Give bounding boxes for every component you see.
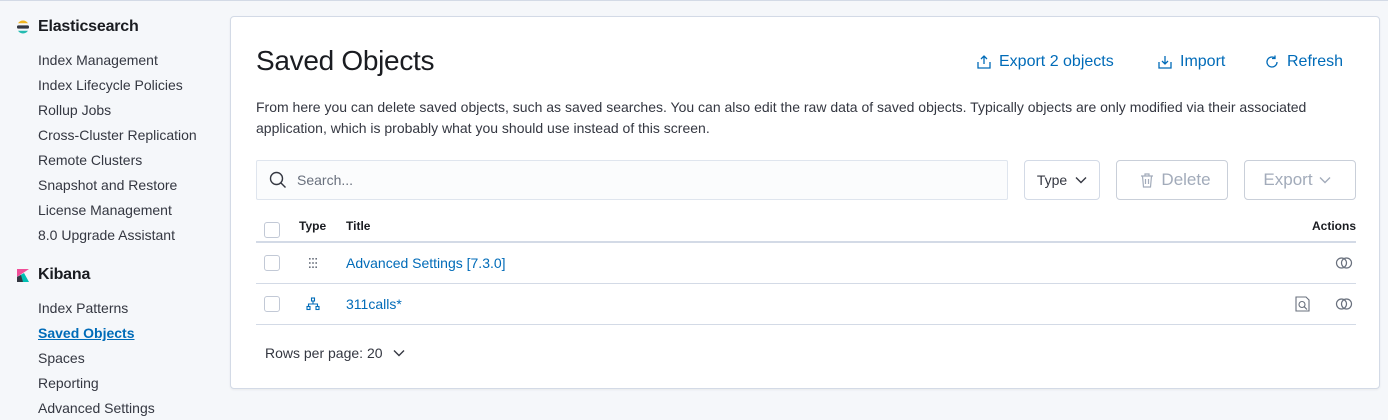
- nav-item-index-lifecycle-policies[interactable]: Index Lifecycle Policies: [38, 77, 183, 93]
- search-icon: [269, 171, 286, 188]
- nav-item-reporting[interactable]: Reporting: [38, 375, 99, 391]
- export-dropdown-label: Export: [1263, 170, 1313, 189]
- kibana-section-header: Kibana: [16, 266, 90, 284]
- export-icon: [977, 55, 991, 69]
- side-nav: Elasticsearch Index Management Index Lif…: [0, 0, 220, 420]
- nav-item-index-management[interactable]: Index Management: [38, 52, 158, 68]
- search-field[interactable]: [256, 160, 1008, 200]
- inspect-icon[interactable]: [1294, 296, 1312, 312]
- table-row: 311calls*: [256, 284, 1356, 325]
- nav-item-spaces[interactable]: Spaces: [38, 350, 85, 366]
- kibana-section-title: Kibana: [38, 266, 91, 283]
- nav-item-index-patterns[interactable]: Index Patterns: [38, 300, 128, 316]
- saved-objects-table: Type Title Actions Advanced Settings [7.…: [256, 210, 1356, 325]
- nav-item-license-management[interactable]: License Management: [38, 202, 172, 218]
- type-filter-label: Type: [1036, 172, 1068, 188]
- title-column-header[interactable]: Title: [346, 219, 370, 233]
- advanced-settings-icon: [309, 258, 317, 268]
- rows-per-page-label: Rows per page: 20: [265, 345, 383, 361]
- object-title-link[interactable]: Advanced Settings [7.3.0]: [346, 255, 506, 271]
- row-checkbox[interactable]: [264, 296, 280, 312]
- import-label: Import: [1180, 53, 1226, 70]
- refresh-label: Refresh: [1287, 53, 1344, 70]
- export-objects-button[interactable]: Export 2 objects: [977, 53, 1114, 71]
- kibana-logo-icon: [17, 269, 29, 282]
- nav-item-rollup-jobs[interactable]: Rollup Jobs: [38, 102, 111, 118]
- page-description: From here you can delete saved objects, …: [256, 99, 1307, 136]
- trash-icon: [1141, 173, 1154, 188]
- page-title: Saved Objects: [256, 45, 435, 76]
- refresh-icon: [1266, 55, 1278, 68]
- select-all-checkbox[interactable]: [264, 222, 280, 238]
- nav-item-advanced-settings[interactable]: Advanced Settings: [38, 400, 155, 416]
- row-checkbox[interactable]: [264, 255, 280, 271]
- relationships-icon[interactable]: [1335, 296, 1353, 312]
- delete-label: Delete: [1161, 170, 1211, 189]
- import-icon: [1158, 56, 1172, 69]
- nav-item-upgrade-assistant[interactable]: 8.0 Upgrade Assistant: [38, 227, 175, 243]
- table-row: Advanced Settings [7.3.0]: [256, 243, 1356, 284]
- import-button[interactable]: Import: [1158, 53, 1225, 71]
- nav-item-remote-clusters[interactable]: Remote Clusters: [38, 152, 142, 168]
- object-title-link[interactable]: 311calls*: [346, 296, 402, 312]
- elasticsearch-section-header: Elasticsearch: [16, 18, 139, 36]
- type-filter-button[interactable]: Type: [1024, 160, 1100, 200]
- nav-item-saved-objects[interactable]: Saved Objects: [38, 325, 135, 341]
- nav-item-cross-cluster-replication[interactable]: Cross-Cluster Replication: [38, 127, 197, 143]
- table-header-row: Type Title Actions: [256, 210, 1356, 243]
- refresh-button[interactable]: Refresh: [1265, 53, 1343, 71]
- export-dropdown-button[interactable]: Export: [1244, 160, 1356, 200]
- saved-objects-panel: Saved Objects Export 2 objects Import Re…: [230, 16, 1380, 389]
- export-objects-label: Export 2 objects: [999, 53, 1114, 70]
- search-input[interactable]: [297, 172, 977, 188]
- type-column-header[interactable]: Type: [299, 219, 326, 233]
- elasticsearch-logo-icon: [17, 20, 29, 34]
- index-pattern-icon: [306, 297, 320, 311]
- rows-per-page-button[interactable]: Rows per page: 20: [265, 345, 405, 361]
- elasticsearch-section-title: Elasticsearch: [38, 18, 139, 35]
- relationships-icon[interactable]: [1335, 255, 1353, 271]
- chevron-down-icon: [1319, 177, 1331, 184]
- chevron-down-icon: [393, 350, 405, 357]
- delete-button[interactable]: Delete: [1116, 160, 1228, 200]
- chevron-down-icon: [1075, 177, 1087, 184]
- actions-column-header: Actions: [1311, 219, 1356, 233]
- nav-item-snapshot-and-restore[interactable]: Snapshot and Restore: [38, 177, 177, 193]
